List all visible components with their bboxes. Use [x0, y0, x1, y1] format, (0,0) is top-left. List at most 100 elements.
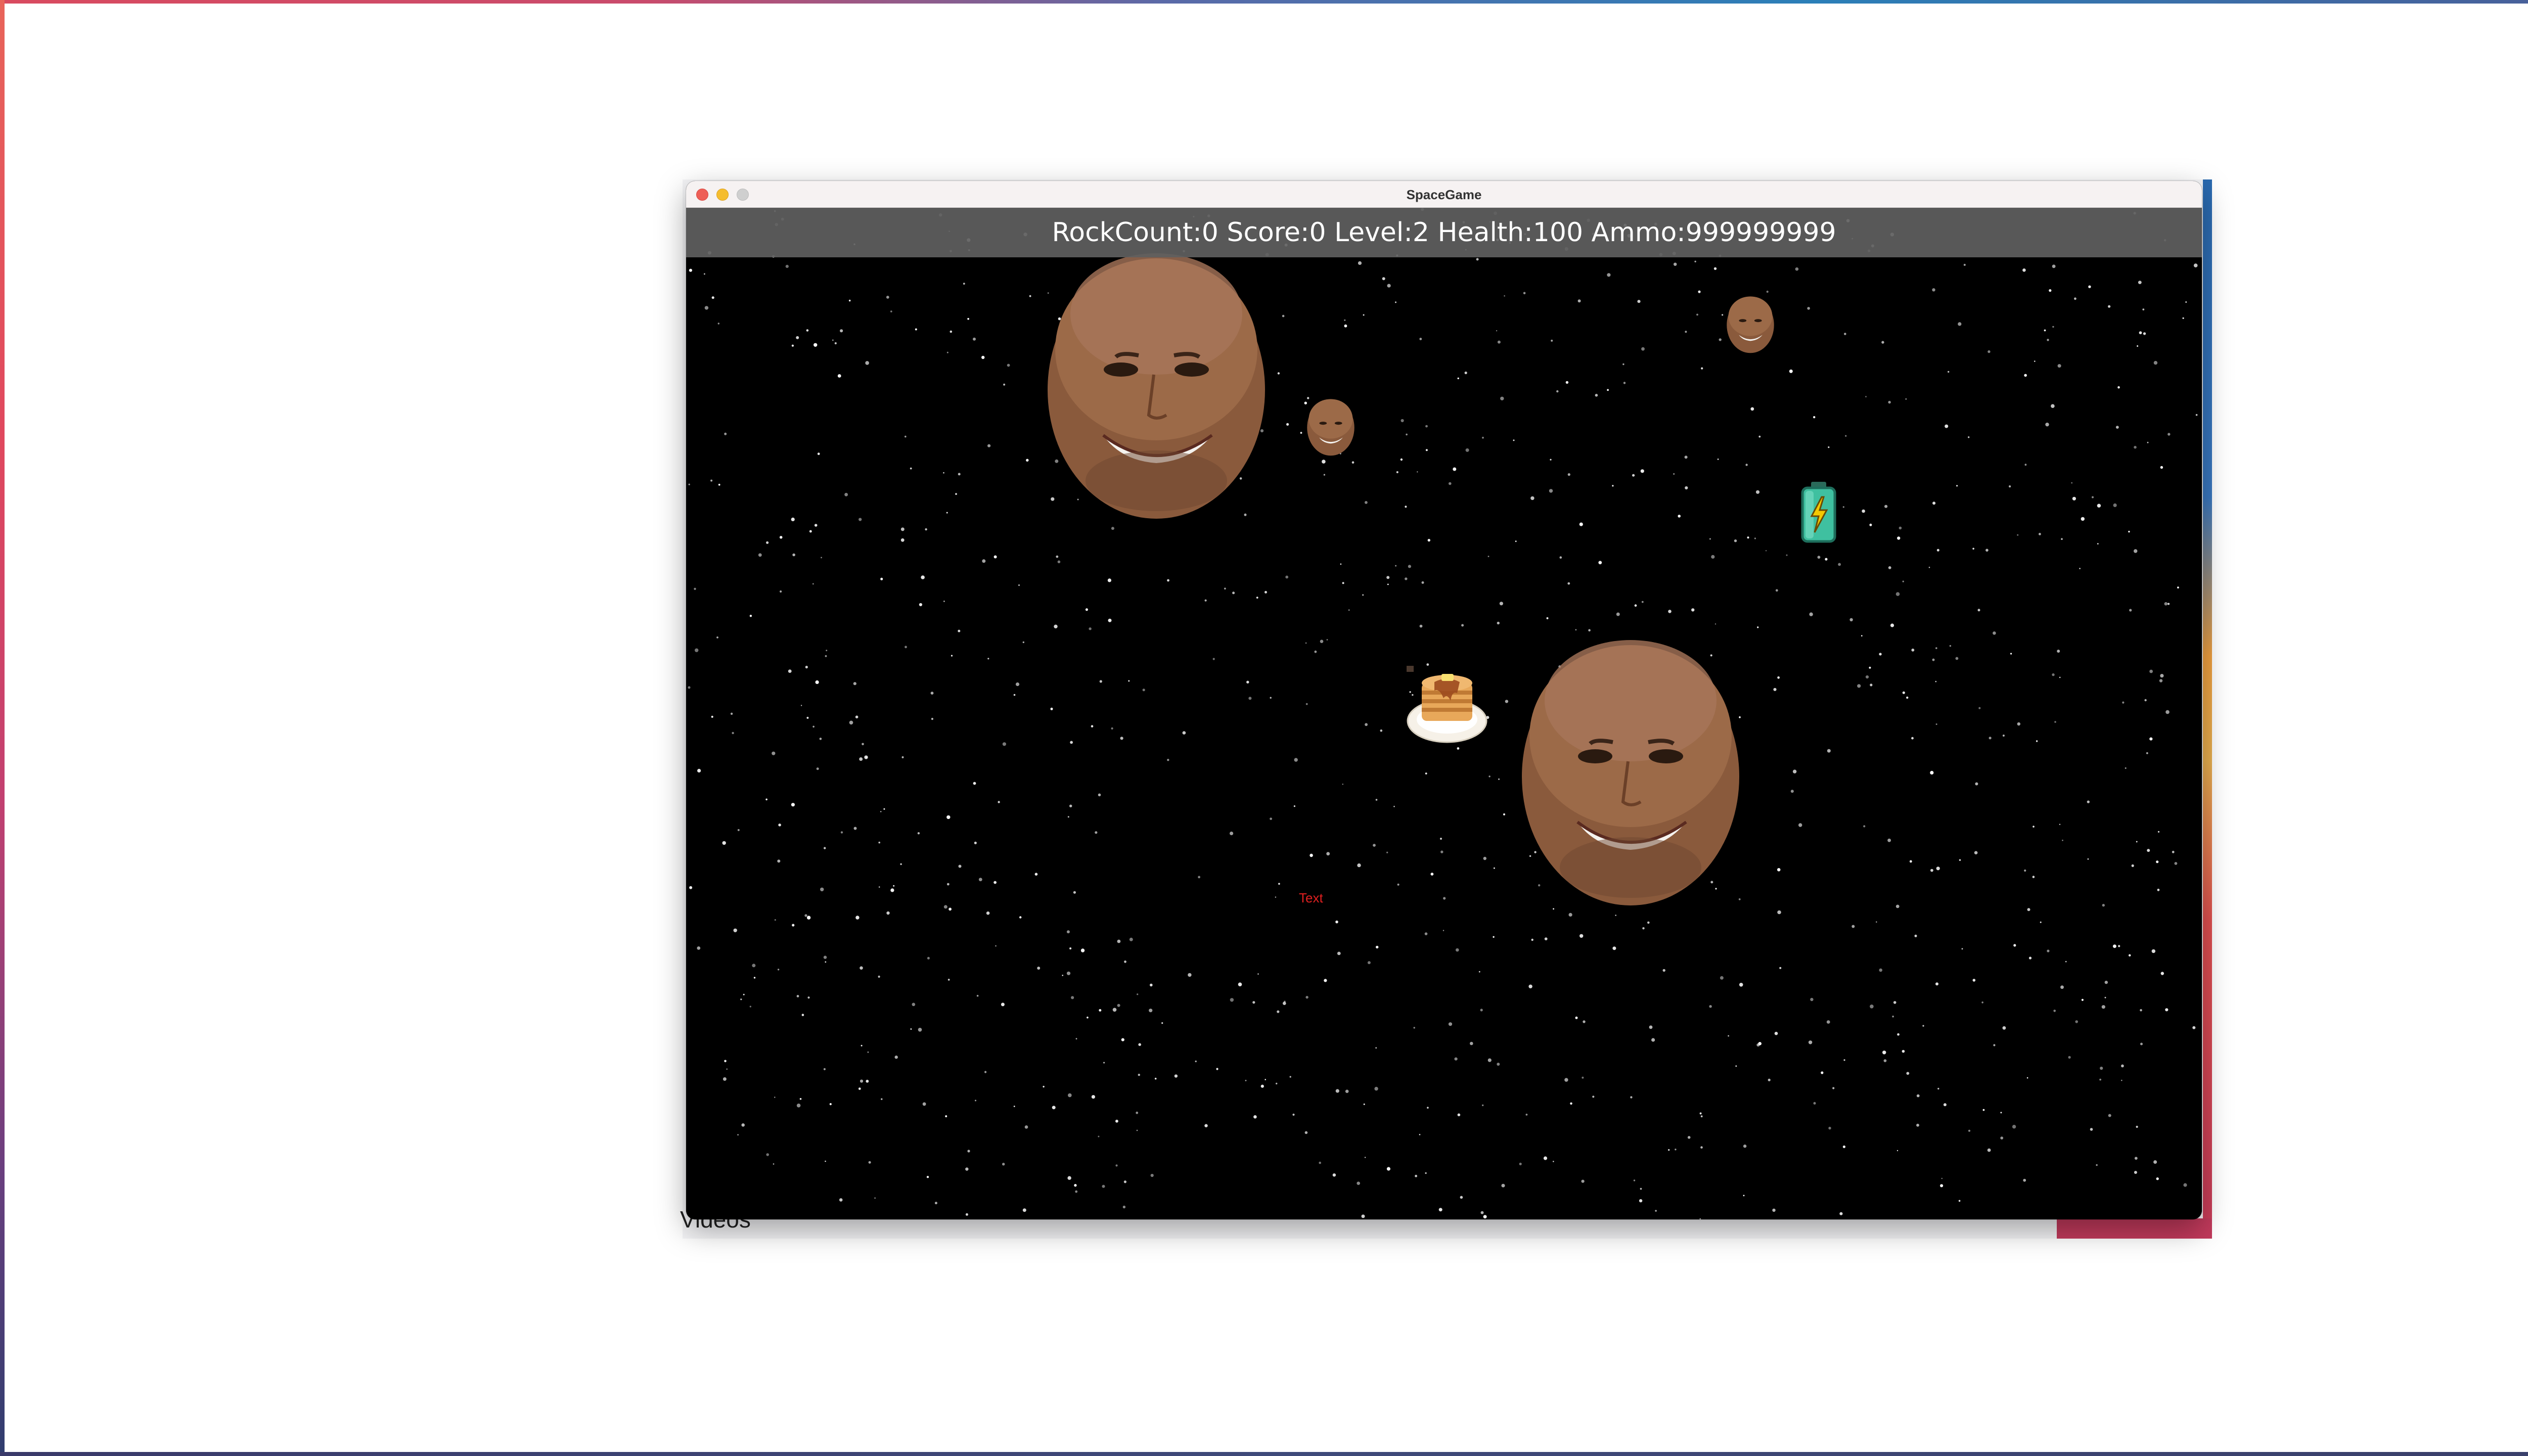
star [921, 575, 925, 579]
star [987, 658, 989, 660]
star [792, 553, 795, 557]
star [711, 715, 713, 718]
star [946, 815, 951, 820]
star [1408, 565, 1411, 568]
star [1546, 617, 1549, 619]
star [853, 682, 856, 686]
star [1496, 330, 1498, 332]
star [886, 911, 890, 915]
star [1525, 1113, 1528, 1116]
star [2108, 305, 2111, 308]
star [951, 655, 953, 657]
star [1961, 948, 1963, 950]
star [1364, 1157, 1366, 1158]
star [1870, 1005, 1874, 1009]
frame-edge-left [0, 0, 5, 1456]
star [1798, 823, 1802, 827]
star [1528, 984, 1532, 988]
star [1935, 680, 1937, 682]
star [1238, 982, 1242, 986]
star [1700, 1146, 1703, 1149]
star [1963, 263, 1966, 266]
star [1138, 1073, 1140, 1076]
star [1419, 338, 1422, 340]
star [1750, 407, 1754, 411]
star [1066, 971, 1071, 975]
star [796, 336, 799, 339]
star [1154, 1077, 1157, 1080]
star [1988, 350, 1991, 353]
star [1401, 419, 1404, 423]
star [688, 483, 690, 485]
star [1739, 983, 1743, 987]
star [2153, 360, 2158, 365]
star [1464, 371, 1467, 375]
star [1332, 1173, 1336, 1177]
star [1174, 1074, 1178, 1078]
star [1498, 778, 1500, 780]
star [2129, 609, 2132, 612]
star [1849, 618, 1853, 621]
star [2097, 543, 2099, 544]
star [1945, 424, 1949, 428]
star [2087, 858, 2089, 860]
star [2129, 954, 2131, 957]
star [866, 756, 868, 758]
star [2185, 301, 2187, 303]
frame-edge-top [0, 0, 2528, 4]
star [1842, 506, 1844, 508]
star [1987, 1148, 1991, 1152]
star [753, 977, 756, 979]
star [2156, 1177, 2159, 1180]
star [1007, 363, 1010, 367]
star [733, 928, 737, 933]
star [2061, 538, 2063, 540]
star [806, 716, 809, 719]
battery-icon [1801, 482, 1836, 543]
star [1478, 971, 1480, 973]
star [772, 751, 776, 755]
star [1879, 968, 1882, 972]
star [2177, 586, 2179, 588]
star [1102, 1185, 1105, 1188]
star [1570, 1102, 1572, 1105]
star [1305, 642, 1307, 644]
star [2057, 650, 2060, 653]
star [973, 782, 976, 785]
star [1320, 640, 1324, 643]
hud-bar: RockCount:0 Score:0 Level:2 Health:100 A… [686, 208, 2202, 257]
star [1292, 1113, 1295, 1116]
game-window[interactable]: SpaceGame Text RockCount:0 Score:0 Level… [686, 181, 2202, 1219]
star [1494, 867, 1495, 869]
star [791, 517, 795, 521]
star [2052, 326, 2054, 328]
star [2174, 862, 2178, 865]
star [860, 966, 863, 970]
star [1285, 575, 1289, 579]
star [1305, 703, 1308, 705]
game-canvas[interactable]: Text RockCount:0 Score:0 Level:2 Health:… [686, 208, 2202, 1219]
star [2039, 533, 2041, 535]
star [1367, 961, 1371, 965]
star [1488, 776, 1491, 778]
star [1720, 976, 1724, 980]
star [1089, 627, 1092, 630]
star [724, 1060, 727, 1063]
star [2134, 1157, 2138, 1160]
desktop: Videos SpaceGame Text RockCount:0 Score:… [0, 0, 2528, 1456]
star [1386, 1167, 1390, 1171]
star [1863, 825, 1866, 828]
star [1069, 947, 1072, 949]
star [1386, 576, 1390, 579]
star [689, 886, 693, 889]
title-bar[interactable]: SpaceGame [686, 181, 2202, 208]
star [1981, 1002, 1983, 1004]
star [1149, 1009, 1153, 1013]
star [824, 847, 826, 849]
star [1598, 561, 1602, 565]
star [2059, 676, 2061, 678]
star [1335, 920, 1338, 924]
star [922, 1102, 926, 1106]
star [1324, 979, 1327, 982]
star [1777, 676, 1780, 679]
